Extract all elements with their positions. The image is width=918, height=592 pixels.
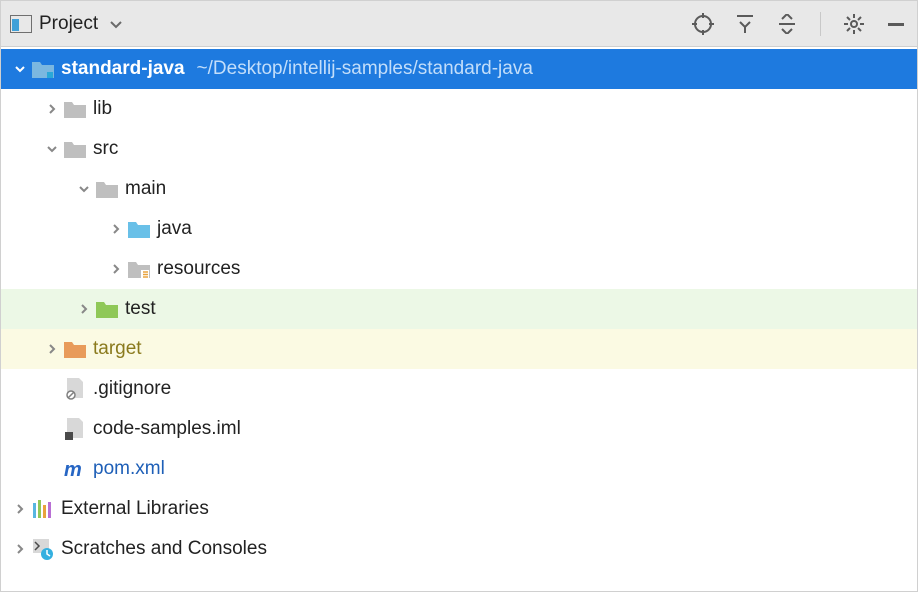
project-toolbar: Project [1,1,917,47]
file-gitignore-icon [63,378,87,400]
chevron-right-icon[interactable] [105,223,127,235]
source-folder-icon [127,218,151,240]
project-view-icon [9,14,33,34]
tree-node-target[interactable]: target [1,329,917,369]
locate-icon[interactable] [690,11,716,37]
tree-node-scratches[interactable]: Scratches and Consoles [1,529,917,569]
tree-node-iml[interactable]: code-samples.iml [1,409,917,449]
view-title: Project [39,13,98,35]
excluded-folder-icon [63,338,87,360]
tree-node-external-libraries[interactable]: External Libraries [1,489,917,529]
gear-icon[interactable] [841,11,867,37]
chevron-right-icon[interactable] [41,103,63,115]
module-folder-icon [31,58,55,80]
expand-all-icon[interactable] [732,11,758,37]
chevron-down-icon[interactable] [41,143,63,155]
folder-icon [63,98,87,120]
maven-file-icon: m [63,458,87,480]
tree-node-project-root[interactable]: standard-java ~/Desktop/intellij-samples… [1,49,917,89]
project-tree: standard-java ~/Desktop/intellij-samples… [1,47,917,571]
file-iml-icon [63,418,87,440]
chevron-right-icon[interactable] [73,303,95,315]
folder-icon [63,138,87,160]
node-label: code-samples.iml [93,418,241,440]
chevron-right-icon[interactable] [105,263,127,275]
node-label: test [125,298,156,320]
node-label: standard-java [61,58,185,80]
node-label: resources [157,258,240,280]
scratches-icon [31,538,55,560]
node-label: src [93,138,118,160]
chevron-down-icon[interactable] [73,183,95,195]
tree-node-resources[interactable]: resources [1,249,917,289]
node-label: External Libraries [61,498,209,520]
resources-folder-icon [127,258,151,280]
chevron-down-icon[interactable] [9,63,31,75]
tree-node-gitignore[interactable]: .gitignore [1,369,917,409]
libraries-icon [31,498,55,520]
view-selector[interactable]: Project [9,13,122,35]
tree-node-src[interactable]: src [1,129,917,169]
tree-node-java[interactable]: java [1,209,917,249]
chevron-right-icon[interactable] [9,543,31,555]
test-folder-icon [95,298,119,320]
tree-node-main[interactable]: main [1,169,917,209]
node-label: main [125,178,166,200]
chevron-right-icon[interactable] [41,343,63,355]
collapse-all-icon[interactable] [774,11,800,37]
svg-text:m: m [64,459,82,479]
tree-node-lib[interactable]: lib [1,89,917,129]
node-label: lib [93,98,112,120]
chevron-right-icon[interactable] [9,503,31,515]
tree-node-pom[interactable]: m pom.xml [1,449,917,489]
node-label: java [157,218,192,240]
node-label: target [93,338,142,360]
node-label: pom.xml [93,458,165,480]
node-label: .gitignore [93,378,171,400]
tree-node-test[interactable]: test [1,289,917,329]
dropdown-arrow-icon [110,13,122,35]
hide-icon[interactable] [883,11,909,37]
node-path: ~/Desktop/intellij-samples/standard-java [197,58,533,80]
toolbar-divider [820,12,821,36]
folder-icon [95,178,119,200]
node-label: Scratches and Consoles [61,538,267,560]
